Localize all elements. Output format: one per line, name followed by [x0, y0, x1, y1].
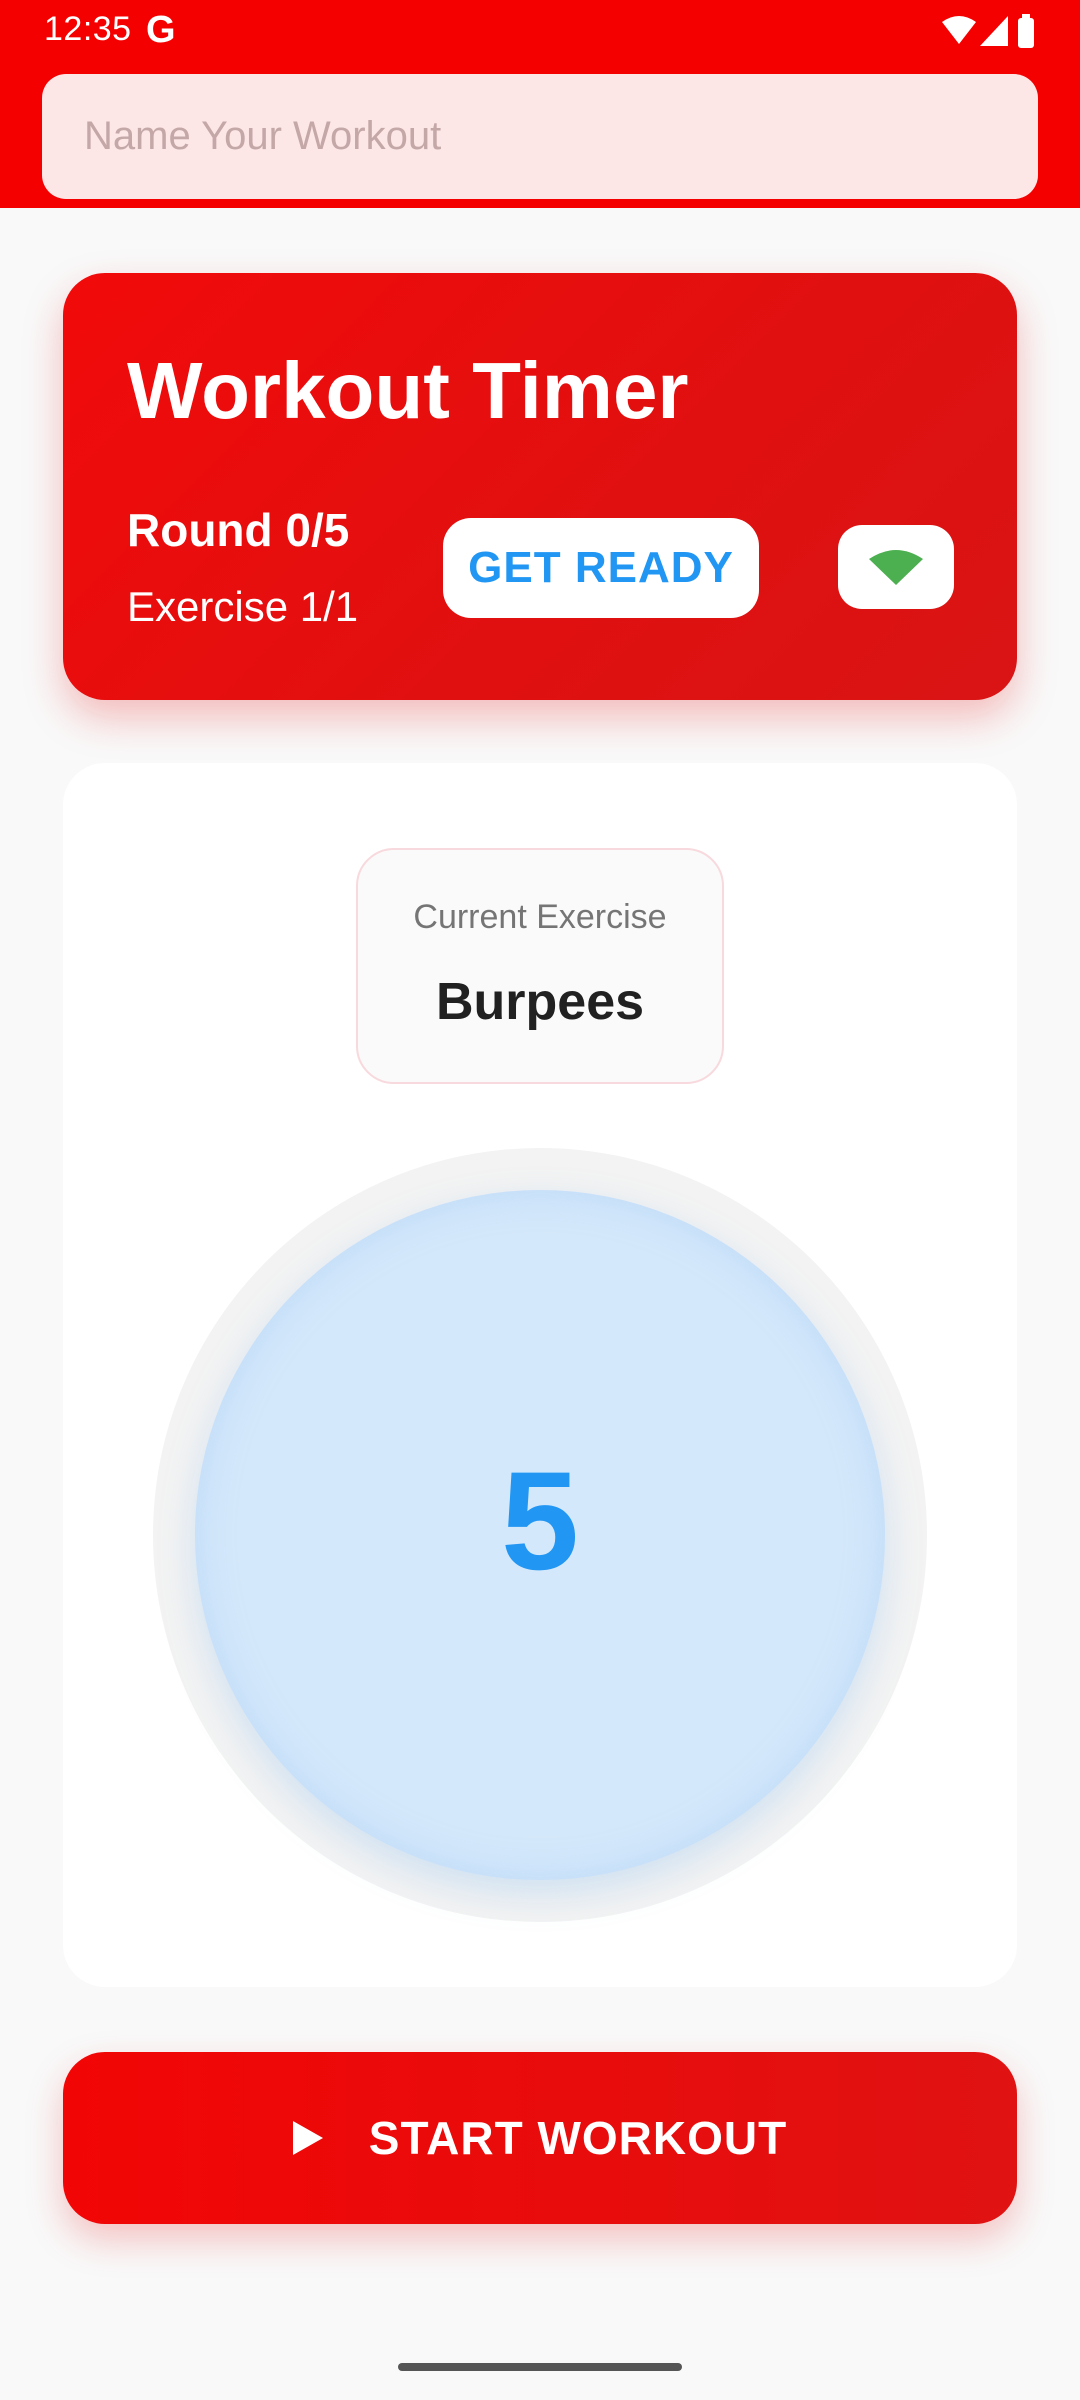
- exercise-counter: Exercise 1/1: [127, 583, 359, 630]
- start-workout-label: START WORKOUT: [368, 2112, 788, 2164]
- current-exercise-name: Burpees: [435, 973, 645, 1031]
- current-exercise-box: Current Exercise Burpees: [356, 848, 724, 1084]
- play-icon: [292, 2121, 323, 2155]
- countdown-value: 5: [501, 1442, 579, 1599]
- workout-name-input[interactable]: [42, 74, 1038, 199]
- timer-title: Workout Timer: [127, 346, 689, 435]
- home-indicator[interactable]: [398, 2363, 682, 2371]
- connection-button[interactable]: [838, 525, 954, 609]
- current-exercise-label: Current Exercise: [413, 898, 667, 936]
- start-workout-button[interactable]: START WORKOUT: [63, 2052, 1017, 2224]
- countdown-dial: 5: [195, 1190, 885, 1880]
- exercise-panel: Current Exercise Burpees 5: [63, 763, 1017, 1987]
- wifi-status-icon: [942, 16, 976, 44]
- status-time: 12:35: [44, 10, 132, 48]
- wifi-icon: [869, 550, 923, 585]
- signal-icon: [980, 16, 1008, 46]
- status-bar: 12:35 G: [0, 0, 1080, 62]
- status-badge: GET READY: [443, 518, 759, 618]
- workout-timer-card: Workout Timer Round 0/5 Exercise 1/1 GET…: [63, 273, 1017, 700]
- google-g-icon: G: [146, 9, 176, 51]
- app-header: 12:35 G: [0, 0, 1080, 208]
- countdown-ring: 5: [153, 1148, 927, 1922]
- round-counter: Round 0/5: [127, 504, 350, 556]
- status-icons: [942, 14, 1034, 48]
- battery-icon: [1018, 18, 1034, 48]
